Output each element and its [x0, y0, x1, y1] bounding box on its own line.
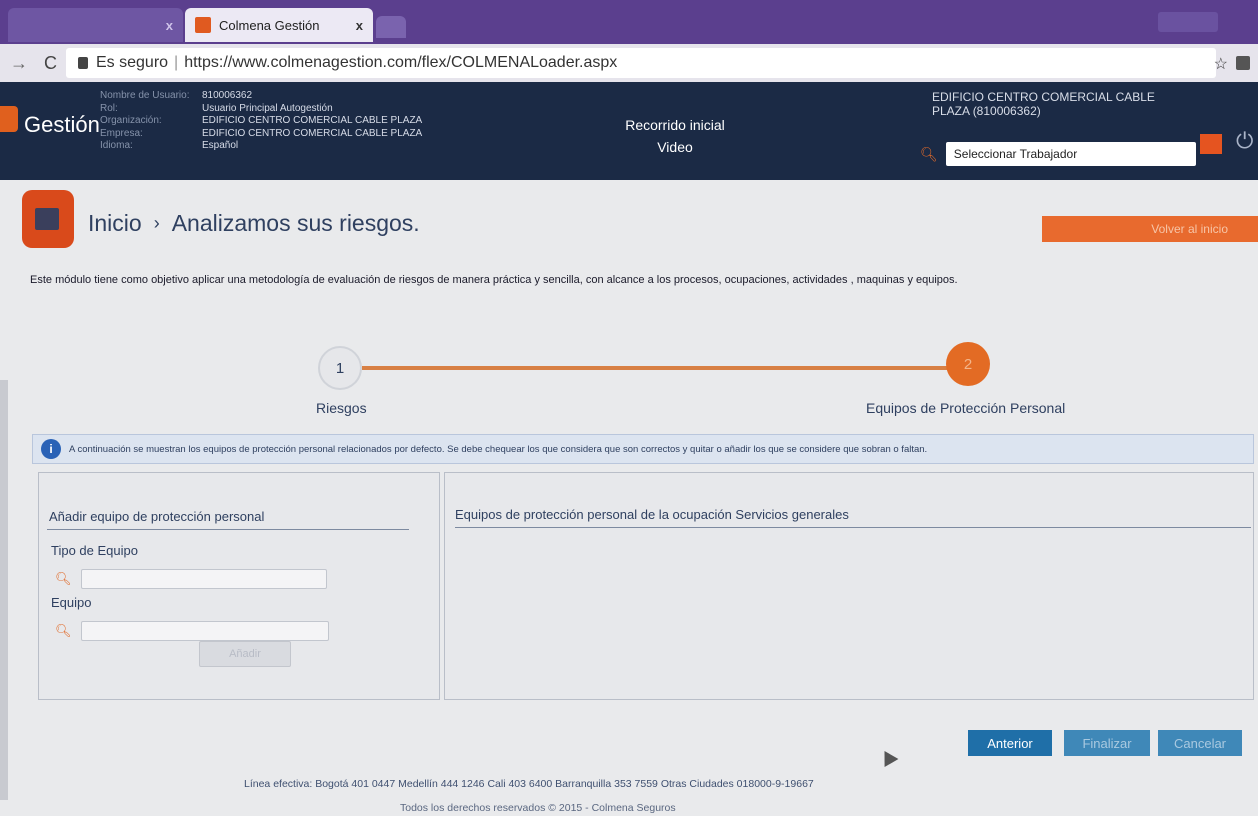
add-button[interactable]: Añadir: [199, 641, 291, 667]
cancelar-button[interactable]: Cancelar: [1158, 730, 1242, 756]
step-2-circle[interactable]: 2: [946, 342, 990, 386]
back-arrow-icon[interactable]: →: [10, 53, 28, 74]
browser-tab-active[interactable]: Colmena Gestión x: [185, 8, 373, 42]
mouse-cursor-icon: [877, 746, 899, 768]
user-info-value: Usuario Principal Autogestión: [202, 102, 333, 114]
new-tab-button[interactable]: [376, 16, 406, 38]
worker-select-input[interactable]: Seleccionar Trabajador: [945, 142, 1196, 166]
footer-copyright: Todos los derechos reservados © 2015 - C…: [400, 802, 676, 814]
equipo-row: 🔍︎: [55, 621, 329, 641]
footer-contact: Línea efectiva: Bogotá 401 0447 Medellín…: [244, 778, 814, 790]
window-controls[interactable]: [1158, 12, 1218, 32]
reload-icon[interactable]: C: [44, 53, 57, 74]
volver-al-inicio-button[interactable]: Volver al inicio: [1042, 216, 1258, 242]
video-link[interactable]: Video: [620, 136, 730, 158]
worker-search: 🔍︎ Seleccionar Trabajador: [920, 142, 1196, 166]
tipo-equipo-label: Tipo de Equipo: [51, 543, 138, 558]
finalizar-button[interactable]: Finalizar: [1064, 730, 1150, 756]
step-2-label: Equipos de Protección Personal: [866, 400, 1066, 416]
breadcrumb-current: Analizamos sus riesgos.: [171, 210, 420, 236]
user-info: Nombre de Usuario: 810006362 Rol: Usuario …: [100, 90, 422, 153]
user-info-key: Nombre de Usuario:: [100, 90, 190, 101]
main-content: Inicio › Analizamos sus riesgos. Volver …: [0, 180, 1258, 816]
step-1-circle[interactable]: 1: [318, 346, 362, 390]
colmena-logo-icon: [0, 106, 18, 132]
user-info-row: Organización: EDIFICIO CENTRO COMERCIAL C…: [100, 115, 422, 128]
tour-links: Recorrido inicial Video: [620, 114, 730, 158]
info-icon: i: [41, 439, 61, 459]
user-info-value: Español: [202, 140, 239, 151]
side-strip: [0, 380, 8, 800]
browser-tab-bar: x Colmena Gestión x: [0, 0, 1258, 44]
user-info-key: Rol:: [100, 102, 118, 114]
step-1-label: Riesgos: [316, 400, 367, 416]
user-info-key: Idioma:: [100, 140, 133, 151]
tipo-equipo-input[interactable]: [81, 569, 327, 589]
user-info-row: Empresa: EDIFICIO CENTRO COMERCIAL CABLE …: [100, 128, 422, 141]
user-info-key: Empresa:: [100, 127, 143, 139]
stepper-line: [362, 366, 948, 370]
tab-label: Colmena Gestión: [219, 17, 320, 33]
panel-divider: [47, 529, 409, 530]
add-equipment-title: Añadir equipo de protección personal: [49, 509, 265, 524]
user-info-value: 810006362: [202, 90, 253, 101]
colmena-favicon-icon: [195, 17, 211, 33]
bookmark-star-icon[interactable]: ☆: [1214, 54, 1228, 74]
user-info-key: Organización:: [100, 115, 162, 126]
equipo-input[interactable]: [81, 621, 329, 641]
panel-divider: [455, 527, 1251, 528]
add-equipment-panel: Añadir equipo de protección personal Tip…: [38, 472, 440, 700]
company-name: EDIFICIO CENTRO COMERCIAL CABLE PLAZA (8…: [932, 90, 1155, 118]
user-info-row: Rol: Usuario Principal Autogestión: [100, 103, 422, 116]
extension-icon[interactable]: [1236, 56, 1250, 70]
url-separator: |: [174, 54, 179, 71]
equipo-label: Equipo: [51, 595, 92, 610]
chart-icon[interactable]: [1200, 134, 1222, 154]
breadcrumb-home[interactable]: Inicio: [88, 210, 142, 237]
module-chart-icon: [35, 208, 59, 230]
app-header: Gestión Nombre de Usuario: 810006362 Rol:…: [0, 82, 1258, 180]
tipo-equipo-row: 🔍︎: [55, 569, 327, 589]
url-field[interactable]: Es seguro | https://www.colmenagestion.c…: [66, 48, 1216, 78]
occupation-equipment-title: Equipos de protección personal de la ocu…: [455, 507, 849, 522]
search-icon[interactable]: 🔍︎: [920, 146, 938, 163]
lock-icon: [78, 57, 88, 69]
breadcrumb: Inicio › Analizamos sus riesgos.: [88, 210, 420, 237]
user-info-value: EDIFICIO CENTRO COMERCIAL CABLE PLAZA: [202, 115, 423, 126]
recorrido-inicial-link[interactable]: Recorrido inicial: [620, 114, 730, 136]
user-info-value: EDIFICIO CENTRO COMERCIAL CABLE PLAZA: [202, 127, 423, 139]
info-message-bar: i A continuación se muestran los equipos…: [32, 434, 1254, 464]
user-info-row: Nombre de Usuario: 810006362: [100, 90, 422, 103]
browser-tab-inactive[interactable]: x: [8, 8, 183, 42]
module-hex-icon: [22, 190, 74, 248]
app-logo[interactable]: Gestión: [24, 112, 100, 138]
search-icon[interactable]: 🔍︎: [55, 623, 81, 639]
power-icon[interactable]: ⏻: [1236, 128, 1253, 154]
close-tab-icon[interactable]: x: [356, 18, 363, 33]
info-message: A continuación se muestran los equipos d…: [69, 443, 928, 455]
url-text: https://www.colmenagestion.com/flex/COLM…: [184, 54, 618, 71]
secure-label: Es seguro: [96, 54, 169, 71]
user-info-row: Idioma: Español: [100, 140, 422, 153]
search-icon[interactable]: 🔍︎: [55, 571, 81, 587]
intro-text: Este módulo tiene como objetivo aplicar …: [30, 274, 958, 286]
anterior-button[interactable]: Anterior: [968, 730, 1052, 756]
close-tab-icon[interactable]: x: [166, 18, 173, 33]
breadcrumb-chevron-icon: ›: [153, 213, 160, 233]
address-bar: → C Es seguro | https://www.colmenagesti…: [0, 44, 1258, 82]
occupation-equipment-panel: Equipos de protección personal de la ocu…: [444, 472, 1254, 700]
